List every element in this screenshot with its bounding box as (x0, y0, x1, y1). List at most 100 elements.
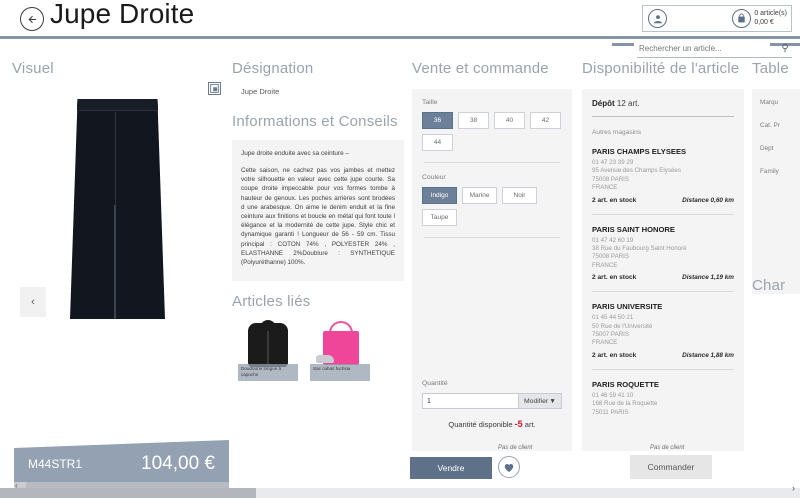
list-item[interactable]: PARIS SAINT HONORE 01 47 42 60 19 38 Rue… (592, 225, 734, 282)
store-country: FRANCE (592, 261, 618, 269)
color-chip-label: Indigo (430, 192, 449, 199)
previous-image-button[interactable]: ‹ (20, 287, 46, 317)
size-chip-44[interactable]: 44 (422, 134, 453, 151)
size-label: Taille (422, 99, 438, 106)
store-name: PARIS CHAMPS ELYSEES (592, 147, 687, 156)
store-address: 50 Rue de l'Université (592, 322, 653, 330)
color-divider (424, 237, 560, 238)
availability-title: Disponibilité de l'article (582, 60, 740, 77)
skirt-slit (113, 204, 116, 319)
back-arrow-icon[interactable] (20, 7, 44, 31)
jacket-shape (248, 320, 288, 368)
related-caption: Sac cabas fuchsia (310, 364, 370, 382)
list-item[interactable]: PARIS ROQUETTE 01 46 59 41 10 168 Rue de… (592, 380, 734, 417)
related-items: Doudoune longue à capuche Sac cabas fuch… (238, 319, 404, 382)
table-row: Cat. Pr (760, 122, 780, 129)
search-rule-left (612, 43, 634, 46)
horizontal-scrollbar-thumb[interactable] (0, 488, 256, 498)
product-image-area[interactable]: ‹ (12, 77, 222, 407)
list-item[interactable]: Doudoune longue à capuche (238, 319, 298, 382)
color-chip-taupe[interactable]: Taupe (422, 209, 457, 226)
infos-lead: Jupe droite enduite avec sa ceinture – (241, 150, 350, 157)
skirt-shape (70, 99, 165, 319)
product-reference: M44STR1 (28, 457, 83, 471)
availability-suffix: art. (522, 420, 536, 429)
related-caption: Doudoune longue à capuche (238, 364, 298, 382)
list-item[interactable]: PARIS UNIVERSITE 01 45 44 50 21 50 Rue d… (592, 302, 734, 359)
color-chip-marine[interactable]: Marine (462, 187, 497, 204)
color-chip-label: Marine (469, 192, 490, 199)
list-item[interactable]: PARIS CHAMPS ELYSEES 01 47 23 39 29 95 A… (592, 147, 734, 204)
handbag-thumbnail[interactable]: Sac cabas fuchsia (310, 319, 370, 382)
color-chip-noir[interactable]: Noir (502, 187, 537, 204)
store-address: 168 Rue de la Roquette (592, 400, 658, 408)
depot-quantity: 12 art. (616, 99, 640, 108)
page-title: Jupe Droite (50, 0, 195, 29)
search-icon[interactable]: ⚲ (778, 43, 792, 54)
modify-quantity-button[interactable]: Modifier ▼ (518, 393, 562, 409)
designation-value: Jupe Droite (241, 87, 280, 96)
product-image[interactable] (70, 99, 165, 319)
cart-total: 0,00 € (754, 18, 774, 26)
store-divider (592, 213, 734, 215)
table-card[interactable]: Marqu Cat. Pr Dept Family (752, 89, 800, 294)
cart-summary[interactable]: 0 article(s) 0,00 € (732, 9, 787, 28)
color-chip-indigo[interactable]: Indigo (422, 187, 457, 204)
table-row: Dept (760, 145, 774, 152)
availability-text: Quantité disponible -5 art. (422, 419, 562, 429)
column-gutter (744, 58, 748, 438)
quantity-input[interactable] (422, 393, 518, 409)
user-cart-box[interactable]: 0 article(s) 0,00 € (642, 5, 792, 32)
user-avatar-icon[interactable] (648, 9, 667, 28)
image-thumbnail-icon[interactable] (208, 82, 221, 95)
size-chip-42[interactable]: 42 (530, 112, 561, 129)
jacket-thumbnail[interactable]: Doudoune longue à capuche (238, 319, 298, 382)
availability-prefix: Quantité disponible (448, 420, 515, 429)
shopping-bag-icon[interactable] (732, 9, 752, 28)
size-chip-label: 36 (433, 117, 442, 124)
size-chip-40[interactable]: 40 (494, 112, 525, 129)
search-bar[interactable]: ⚲ (637, 40, 792, 57)
sale-card: Taille 36 38 40 42 44 Couleur Indigo Mar… (412, 89, 572, 451)
store-zip-city: 75008 PARIS (592, 253, 630, 261)
no-client-label-right: Pas de client (650, 445, 685, 451)
depot-row: Dépôt 12 art. (592, 99, 734, 108)
color-chip-label: Noir (513, 192, 526, 199)
table-column: Table Marqu Cat. Pr Dept Family (752, 60, 800, 294)
store-divider (592, 368, 734, 370)
skirt-waistband (76, 99, 159, 111)
chevron-down-icon[interactable]: ▼ (549, 398, 556, 405)
app-header: Jupe Droite 0 article(s) 0,00 € (0, 0, 800, 36)
size-chip-label: 38 (469, 117, 478, 124)
store-divider (592, 291, 734, 293)
heart-icon[interactable] (498, 456, 520, 478)
color-chip-group: Indigo Marine Noir Taupe (422, 187, 562, 226)
store-zip-city: 75007 PARIS (592, 331, 630, 339)
size-chip-36[interactable]: 36 (422, 112, 453, 129)
infos-body: Cette saison, ne cachez pas vos jambes e… (241, 167, 395, 267)
characteristics-title: Char (752, 277, 786, 294)
quantity-row: Modifier ▼ (422, 393, 562, 409)
sale-column: Vente et commande Taille 36 38 40 42 44 … (412, 60, 572, 451)
list-item[interactable]: Sac cabas fuchsia (310, 319, 370, 382)
order-button[interactable]: Commander (630, 455, 712, 479)
availability-card[interactable]: Dépôt 12 art. Autres magasins PARIS CHAM… (582, 89, 744, 451)
table-row: Family (760, 168, 779, 175)
availability-count: -5 (514, 419, 523, 429)
visual-title: Visuel (12, 60, 54, 77)
quantity-label: Quantité (422, 380, 448, 387)
store-distance: Distance 1,88 km (682, 351, 734, 359)
sell-button[interactable]: Vendre (410, 457, 492, 479)
store-footer: 2 art. en stock Distance 1,19 km (592, 274, 734, 281)
infos-card: Jupe droite enduite avec sa ceinture – C… (232, 140, 404, 282)
store-zip-city: 75008 PARIS (592, 175, 630, 183)
no-client-label-left: Pas de client (498, 445, 533, 451)
designation-column: Désignation Jupe Droite Informations et … (208, 60, 404, 382)
size-chip-38[interactable]: 38 (458, 112, 489, 129)
infos-title: Informations et Conseils (232, 113, 398, 130)
store-country: FRANCE (592, 184, 618, 192)
store-phone: 01 45 44 50 21 (592, 314, 634, 322)
table-title: Table (752, 60, 789, 77)
search-input[interactable] (637, 44, 778, 53)
chevron-right-icon[interactable]: › (792, 483, 795, 493)
